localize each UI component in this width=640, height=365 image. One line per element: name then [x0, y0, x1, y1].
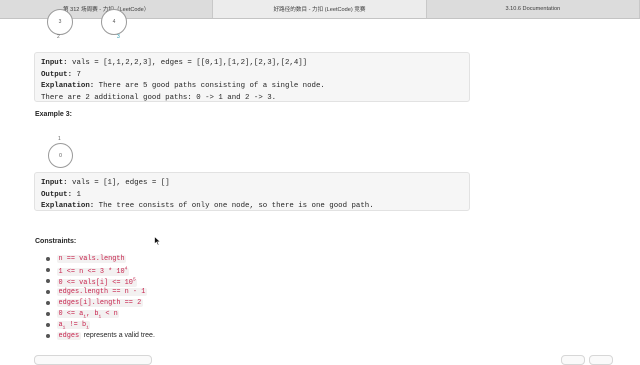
constraint-item: n == vals.length: [44, 253, 155, 264]
output-value: 1: [72, 190, 81, 199]
constraint-code: 0 <= ai, bi < n: [57, 310, 120, 320]
explanation-label: Explanation:: [41, 202, 95, 211]
tab-label: 好路径的数目 - 力扣 (LeetCode) 竞赛: [273, 7, 366, 13]
example-3-heading: Example 3:: [35, 111, 72, 118]
tab-good-paths[interactable]: 好路径的数目 - 力扣 (LeetCode) 竞赛: [213, 0, 427, 18]
constraint-text: represents a valid tree.: [83, 332, 155, 339]
mouse-cursor-icon: [154, 236, 161, 246]
output-value: 7: [72, 70, 81, 79]
constraints-heading: Constraints:: [35, 238, 77, 245]
input-label: Input:: [41, 59, 68, 67]
browser-tab-bar: 第 312 场周赛 - 力扣（LeetCode） 好路径的数目 - 力扣 (Le…: [0, 0, 640, 19]
constraint-item: 0 <= vals[i] <= 105: [44, 275, 155, 288]
constraint-item: edges.length == n - 1: [44, 286, 155, 297]
example-2-code-block: Input: vals = [1,1,2,2,3], edges = [[0,1…: [34, 52, 470, 102]
output-label: Output:: [41, 190, 73, 199]
constraint-code: edges.length == n - 1: [57, 288, 147, 296]
bottom-toolbar-button[interactable]: [561, 355, 585, 365]
constraint-item: edges[i].length == 2: [44, 297, 155, 308]
bottom-toolbar-button[interactable]: [34, 355, 152, 365]
tree-node-caption: 1: [58, 136, 61, 142]
constraint-code: edges[i].length == 2: [57, 299, 143, 307]
tree-node-caption: 2: [57, 34, 60, 40]
constraint-item: edges represents a valid tree.: [44, 330, 155, 341]
bottom-toolbar-button[interactable]: [589, 355, 613, 365]
tree-node: 3: [47, 9, 73, 35]
example-3-code-block: Input: vals = [1], edges = [] Output: 1 …: [34, 172, 470, 211]
constraint-code: edges: [57, 332, 81, 340]
input-value: vals = [1,1,2,2,3], edges = [[0,1],[1,2]…: [67, 59, 308, 67]
tree-node: 4: [101, 9, 127, 35]
constraints-list: n == vals.length 1 <= n <= 3 * 104 0 <= …: [44, 253, 155, 341]
constraint-item: 1 <= n <= 3 * 104: [44, 264, 155, 277]
constraint-code: ai != bi: [57, 321, 91, 331]
tree-node-caption: 3: [117, 34, 120, 40]
input-value: vals = [1], edges = []: [67, 179, 170, 187]
explanation-line-2: There are 2 additional good paths: 0 -> …: [41, 93, 277, 102]
tab-label: 3.10.6 Documentation: [505, 6, 561, 12]
constraint-item: 0 <= ai, bi < n: [44, 308, 155, 319]
tree-node: 0: [48, 143, 73, 168]
explanation-value: There are 5 good paths consisting of a s…: [94, 82, 325, 91]
constraint-code: n == vals.length: [57, 255, 127, 263]
output-label: Output:: [41, 70, 73, 79]
explanation-label: Explanation:: [41, 82, 95, 91]
constraint-item: ai != bi: [44, 319, 155, 330]
explanation-value: The tree consists of only one node, so t…: [94, 202, 374, 211]
input-label: Input:: [41, 179, 68, 187]
tab-python-docs[interactable]: 3.10.6 Documentation: [427, 0, 640, 18]
